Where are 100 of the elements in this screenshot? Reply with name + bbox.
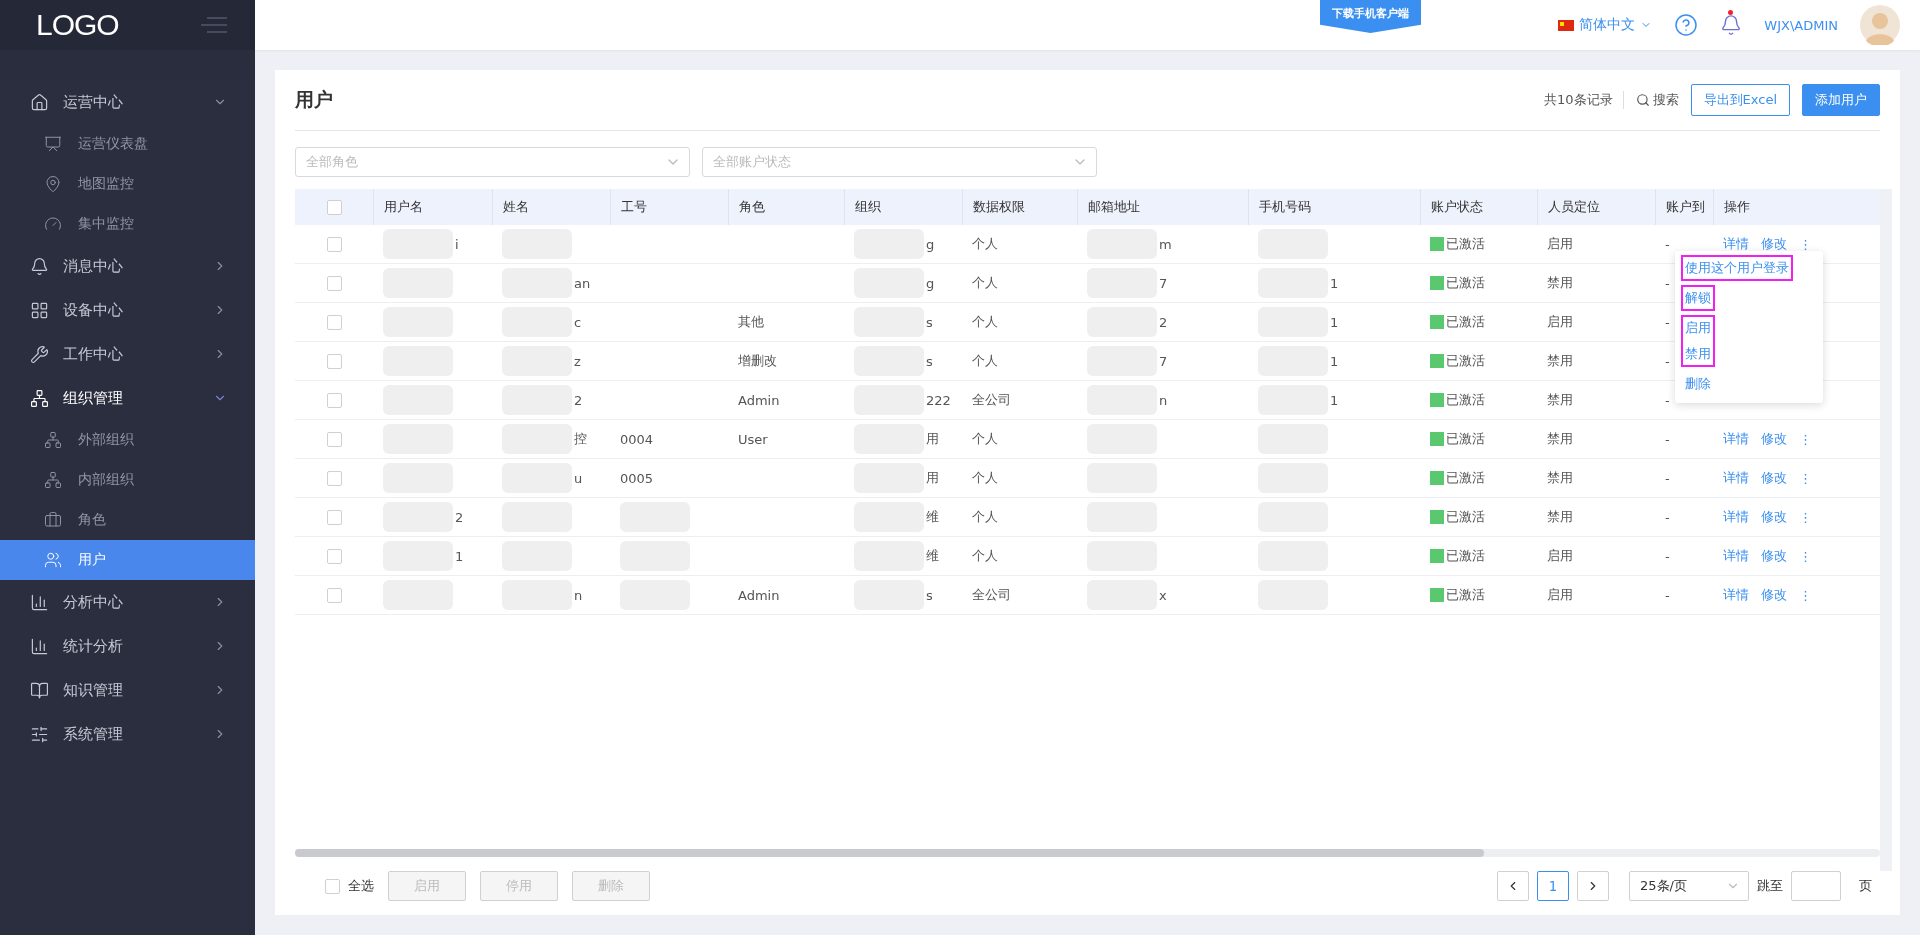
sidebar-subitem[interactable]: 运营仪表盘 — [0, 124, 255, 164]
action-link[interactable]: 详情 — [1723, 469, 1749, 487]
menu-item[interactable]: 禁用 — [1685, 344, 1711, 364]
menu-item[interactable]: 解锁 — [1685, 288, 1711, 308]
sidebar-item[interactable]: 运营中心 — [0, 80, 255, 124]
menu-icon[interactable] — [201, 17, 227, 33]
table-cell: 1 — [455, 548, 464, 564]
sidebar-item[interactable]: 消息中心 — [0, 244, 255, 288]
sidebar-subitem[interactable]: 内部组织 — [0, 460, 255, 500]
action-link[interactable]: 详情 — [1723, 547, 1749, 565]
sidebar-item[interactable]: 系统管理 — [0, 712, 255, 756]
table-cell: 个人 — [972, 352, 998, 370]
user-name[interactable]: WJX\ADMIN — [1764, 17, 1838, 33]
sidebar-subitem[interactable]: 用户 — [0, 540, 255, 580]
checkbox[interactable] — [326, 275, 342, 291]
flag-icon — [1558, 19, 1575, 31]
more-link[interactable]: ⋮ — [1799, 548, 1812, 564]
table-cell: 全公司 — [972, 391, 1011, 409]
page-button[interactable]: 1 — [1537, 871, 1569, 901]
column-header: 操作 — [1724, 198, 1750, 216]
table-cell: 个人 — [972, 235, 998, 253]
checkbox[interactable] — [325, 878, 340, 894]
download-banner[interactable]: 下载手机客户端 — [1320, 0, 1421, 33]
action-link[interactable]: 修改 — [1761, 469, 1787, 487]
sidebar-item[interactable]: 知识管理 — [0, 668, 255, 712]
users-icon — [44, 551, 62, 569]
table-cell: 个人 — [972, 547, 998, 565]
table-cell: 禁用 — [1547, 469, 1573, 487]
checkbox[interactable] — [326, 509, 342, 525]
action-link[interactable]: 详情 — [1723, 235, 1749, 253]
table-cell: 增删改 — [738, 352, 777, 370]
table-cell: 已激活 — [1446, 274, 1485, 292]
checkbox[interactable] — [326, 353, 342, 369]
action-link[interactable]: 修改 — [1761, 508, 1787, 526]
add-user-button[interactable]: 添加用户 — [1802, 84, 1880, 116]
briefcase-icon — [44, 511, 62, 529]
checkbox[interactable] — [326, 392, 342, 408]
sidebar-subitem[interactable]: 地图监控 — [0, 164, 255, 204]
table-cell: 已激活 — [1446, 313, 1485, 331]
menu-item[interactable]: 启用 — [1685, 318, 1711, 338]
table-cell: 维 — [926, 508, 939, 526]
page-size-select[interactable]: 25条/页 — [1629, 871, 1749, 901]
status-indicator — [1430, 510, 1444, 524]
status-indicator — [1430, 237, 1444, 251]
help-icon[interactable] — [1674, 13, 1699, 37]
checkbox[interactable] — [326, 431, 342, 447]
table-cell: 禁用 — [1547, 274, 1573, 292]
table-cell: 其他 — [738, 313, 764, 331]
filter-select[interactable]: 全部账户状态 — [702, 147, 1097, 177]
filter-select[interactable]: 全部角色 — [295, 147, 690, 177]
more-link[interactable]: ⋮ — [1799, 431, 1812, 447]
table-cell: 禁用 — [1547, 430, 1573, 448]
avatar[interactable] — [1860, 5, 1900, 45]
checkbox[interactable] — [326, 470, 342, 486]
map-pin-icon — [44, 175, 62, 193]
sidebar-subitem[interactable]: 角色 — [0, 500, 255, 540]
next-page-button[interactable] — [1577, 871, 1609, 901]
more-link[interactable]: ⋮ — [1799, 587, 1812, 603]
action-link[interactable]: 详情 — [1723, 430, 1749, 448]
menu-item[interactable]: 使用这个用户登录 — [1685, 258, 1789, 278]
language-selector[interactable]: 简体中文 — [1558, 16, 1653, 34]
action-link[interactable]: 修改 — [1761, 430, 1787, 448]
table-cell: Admin — [738, 392, 780, 408]
table-cell: 禁用 — [1547, 391, 1573, 409]
more-link[interactable]: ⋮ — [1799, 236, 1812, 252]
action-link[interactable]: 修改 — [1761, 586, 1787, 604]
table-cell: an — [574, 275, 591, 291]
action-link[interactable]: 详情 — [1723, 586, 1749, 604]
action-link[interactable]: 修改 — [1761, 235, 1787, 253]
more-link[interactable]: ⋮ — [1799, 509, 1812, 525]
search-link[interactable]: 搜索 — [1635, 91, 1679, 109]
sidebar-item[interactable]: 组织管理 — [0, 376, 255, 420]
table-cell: 启用 — [1547, 547, 1573, 565]
sidebar-subitem[interactable]: 外部组织 — [0, 420, 255, 460]
sidebar-item[interactable]: 工作中心 — [0, 332, 255, 376]
table-cell: - — [1665, 236, 1670, 252]
export-button[interactable]: 导出到Excel — [1690, 84, 1790, 116]
page-input[interactable] — [1791, 871, 1841, 901]
menu-item[interactable]: 删除 — [1685, 374, 1711, 394]
sidebar-subitem[interactable]: 集中监控 — [0, 204, 255, 244]
table-cell: - — [1665, 431, 1670, 447]
checkbox[interactable] — [326, 314, 342, 330]
sidebar-item[interactable]: 统计分析 — [0, 624, 255, 668]
sidebar-item[interactable]: 分析中心 — [0, 580, 255, 624]
action-link[interactable]: 修改 — [1761, 547, 1787, 565]
table-cell: 维 — [926, 547, 939, 565]
network-icon — [44, 431, 62, 449]
table-cell: 1 — [1330, 353, 1339, 369]
column-header: 人员定位 — [1548, 198, 1600, 216]
gauge-icon — [44, 215, 62, 233]
prev-page-button[interactable] — [1497, 871, 1529, 901]
sidebar-item[interactable]: 设备中心 — [0, 288, 255, 332]
checkbox[interactable] — [326, 587, 342, 603]
scrollbar[interactable] — [295, 849, 1880, 857]
checkbox[interactable] — [326, 236, 342, 252]
checkbox[interactable] — [326, 548, 342, 564]
status-indicator — [1430, 315, 1444, 329]
action-link[interactable]: 详情 — [1723, 508, 1749, 526]
checkbox[interactable] — [326, 199, 342, 215]
more-link[interactable]: ⋮ — [1799, 470, 1812, 486]
